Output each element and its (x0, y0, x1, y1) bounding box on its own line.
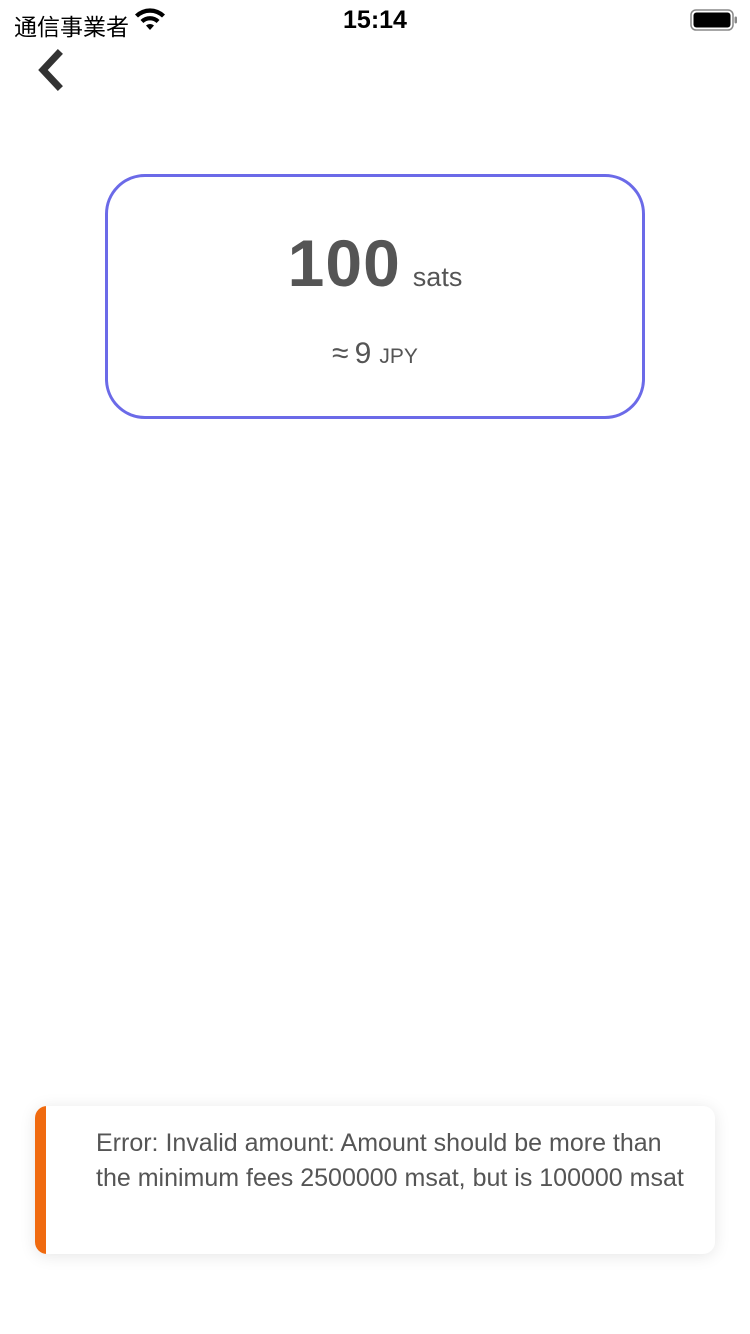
fiat-unit: JPY (379, 345, 418, 368)
back-button[interactable] (20, 42, 80, 98)
error-toast[interactable]: Error: Invalid amount: Amount should be … (35, 1106, 715, 1254)
amount-card[interactable]: 100 sats ≈9 JPY (105, 174, 645, 419)
fiat-conversion: ≈9 JPY (108, 337, 642, 371)
amount-row: 100 sats (108, 225, 642, 301)
battery-icon (690, 9, 737, 31)
status-time: 15:14 (343, 6, 407, 34)
amount-value: 100 (287, 226, 401, 300)
toast-accent-bar (35, 1106, 46, 1254)
fiat-amount: 9 (354, 337, 372, 370)
chevron-left-icon (38, 49, 63, 91)
amount-unit: sats (412, 262, 463, 292)
approx-symbol: ≈ (332, 337, 349, 370)
error-message: Error: Invalid amount: Amount should be … (96, 1129, 684, 1192)
status-bar: 通信事業者 15:14 (0, 0, 750, 41)
